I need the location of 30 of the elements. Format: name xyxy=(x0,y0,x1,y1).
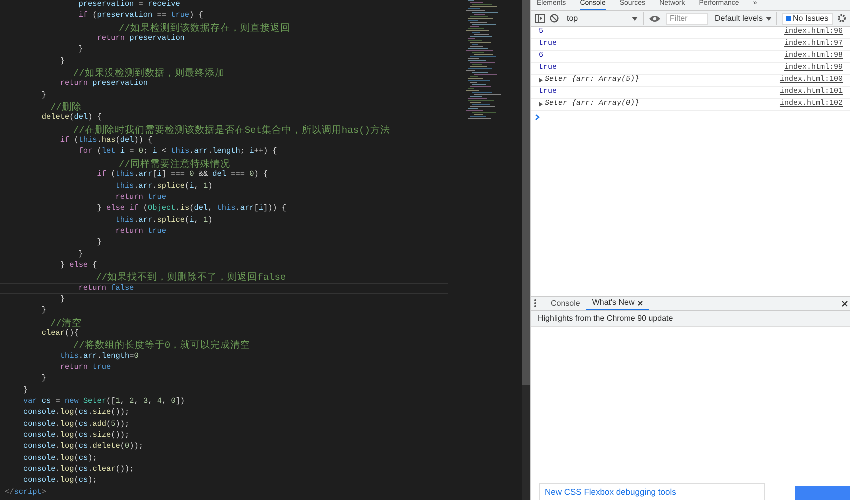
drawer-heading: Highlights from the Chrome 90 update xyxy=(538,312,674,324)
filter-field[interactable]: Filter xyxy=(666,12,708,24)
code-line: //如果检测到该数据存在，则直接返回 xyxy=(118,22,292,34)
sidebar-toggle-icon[interactable] xyxy=(535,14,545,23)
levels-dropdown[interactable]: Default levels xyxy=(713,12,778,25)
close-icon[interactable] xyxy=(842,300,848,306)
caret-icon xyxy=(766,16,772,20)
caret-icon xyxy=(632,16,638,20)
drawer-tab[interactable]: What's New xyxy=(586,297,649,310)
settings-icon[interactable] xyxy=(838,14,846,23)
code-line: //在删除时我们需要检测该数据是否在Set集合中，所以调用has()方法 xyxy=(72,124,392,136)
prompt-chevron-icon xyxy=(535,114,540,120)
expand-triangle-icon[interactable] xyxy=(539,102,543,107)
issues-button[interactable]: No Issues xyxy=(782,12,833,24)
context-select[interactable]: top xyxy=(564,12,644,25)
code-line: //同样需要注意特殊情况 xyxy=(118,158,232,170)
code-line: //将数组的长度等于0，就可以完成清空 xyxy=(72,339,252,351)
code-line: //删除 xyxy=(50,101,82,112)
code-line: //如果找不到，则删除不了，则返回false xyxy=(95,271,288,283)
clear-console-icon[interactable] xyxy=(550,14,559,23)
code-line: //如果没检测到数据，则最终添加 xyxy=(72,67,226,78)
close-tab-icon[interactable] xyxy=(638,300,643,306)
image-placeholder xyxy=(795,486,850,500)
code-line: //清空 xyxy=(50,316,84,328)
expand-triangle-icon[interactable] xyxy=(539,78,543,83)
eye-icon[interactable] xyxy=(649,14,661,22)
scrollbar-thumb[interactable] xyxy=(522,0,530,385)
more-options-icon[interactable] xyxy=(534,299,537,308)
feature-link[interactable]: New CSS Flexbox debugging tools xyxy=(545,486,676,498)
drawer-tab[interactable]: Console xyxy=(545,297,586,310)
